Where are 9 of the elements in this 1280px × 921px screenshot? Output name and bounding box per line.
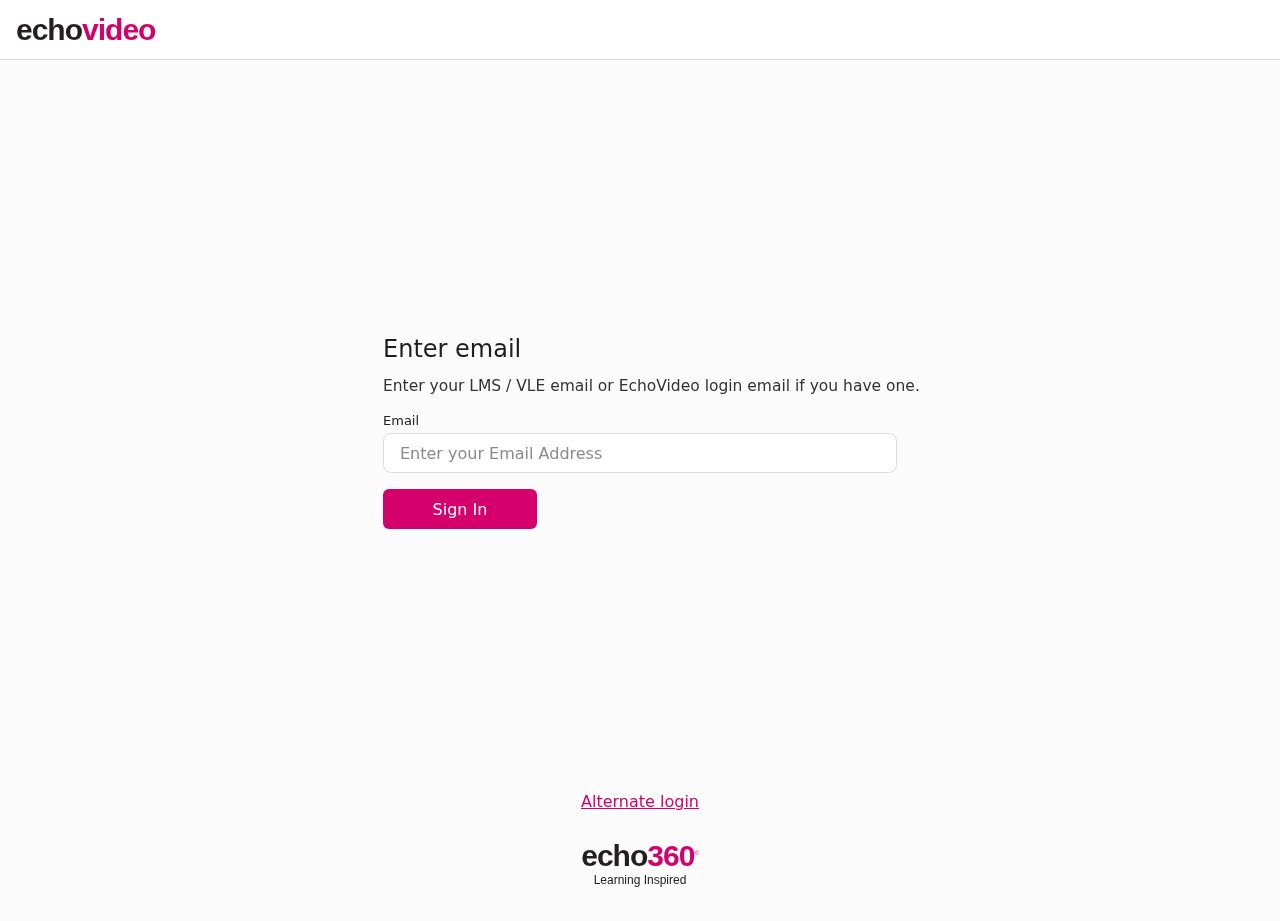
form-description: Enter your LMS / VLE email or EchoVideo login email if you have one. — [383, 377, 920, 395]
logo: echovideo — [16, 14, 156, 45]
footer-logo: echo360$^{®}$ — [581, 841, 699, 871]
email-field[interactable]: Enter your Email Address — [383, 433, 897, 473]
tagline: Learning Inspired — [593, 873, 687, 887]
email-label: Email — [383, 413, 420, 428]
alternate-login-link[interactable]: Alternate login — [581, 792, 699, 811]
sign-in-button[interactable]: Sign In — [383, 489, 537, 529]
form-title: Enter email — [383, 335, 522, 363]
